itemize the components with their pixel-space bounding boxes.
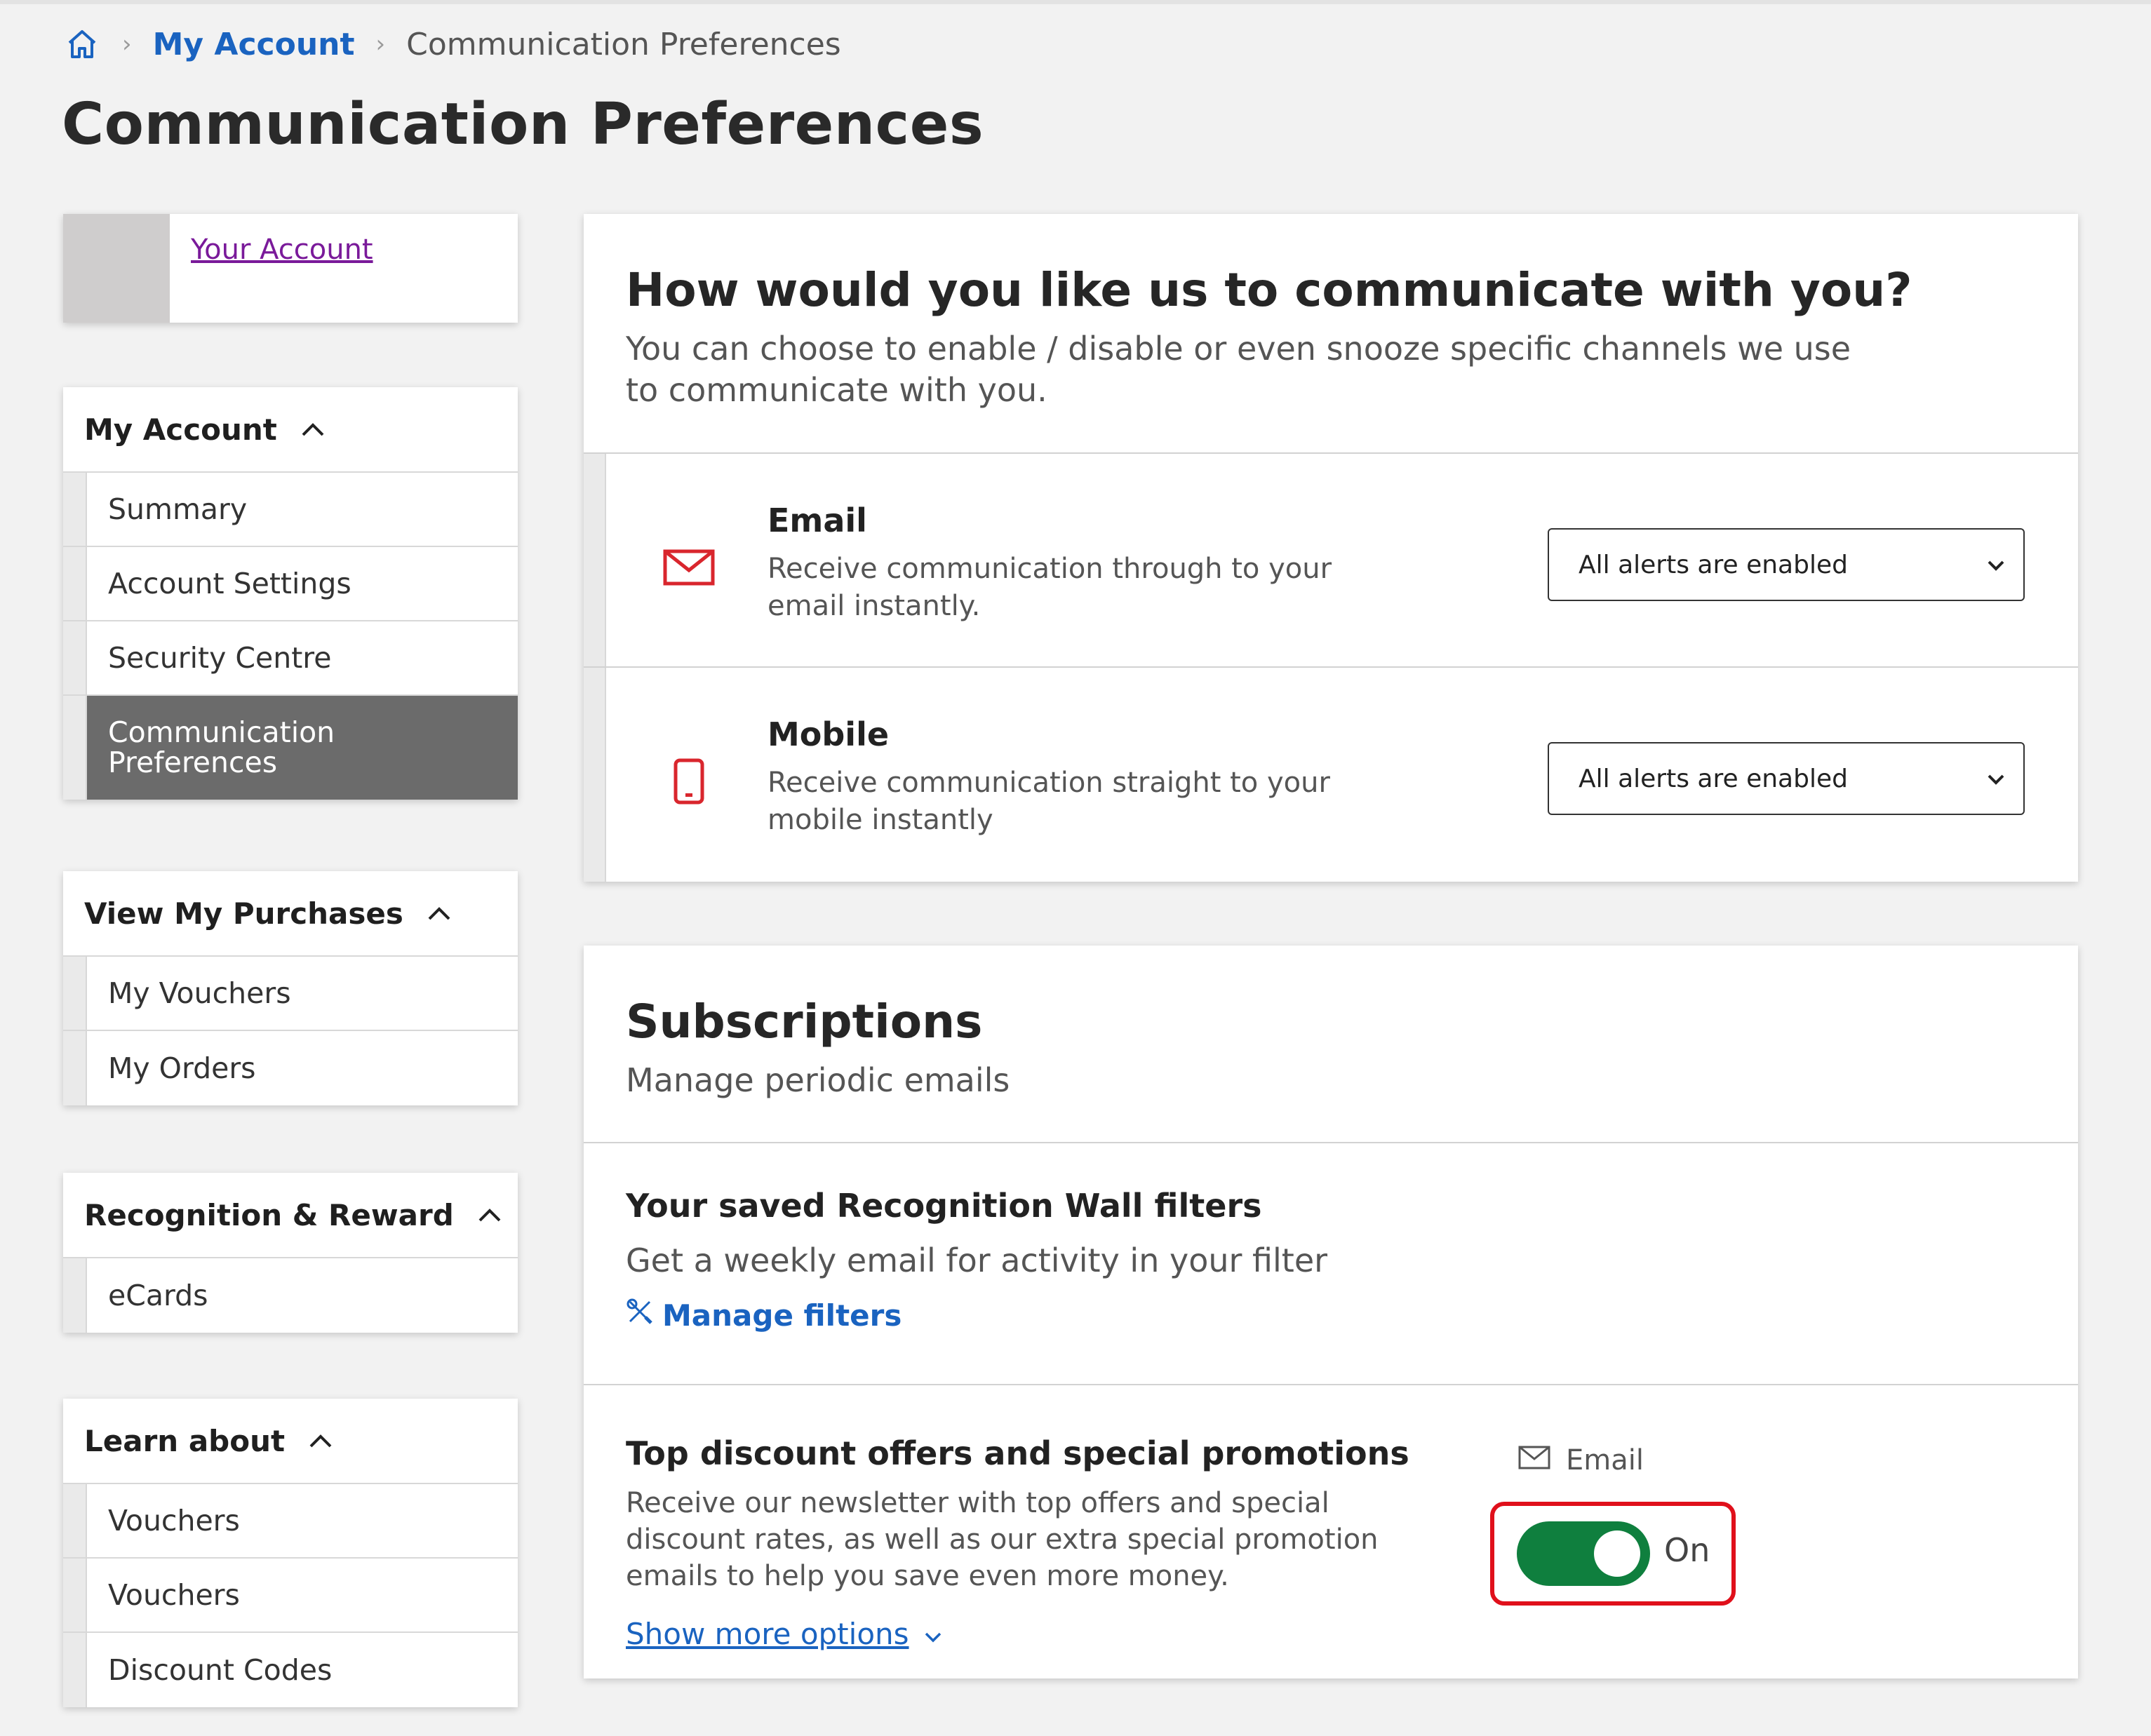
channel-label-text: Email xyxy=(1566,1444,1644,1476)
home-icon[interactable] xyxy=(63,25,101,63)
mobile-channel-row: Mobile Receive communication straight to… xyxy=(584,668,2078,882)
nav-heading: Recognition & Reward xyxy=(84,1197,454,1232)
promotions-desc: Receive our newsletter with top offers a… xyxy=(626,1487,1379,1592)
nav-my-account-header[interactable]: My Account xyxy=(63,387,518,473)
promotions-title: Top discount offers and special promotio… xyxy=(626,1434,1409,1472)
email-channel-desc: Receive communication through to your em… xyxy=(768,553,1332,623)
account-card: Your Account xyxy=(63,214,518,323)
breadcrumb-separator: › xyxy=(375,30,386,58)
email-channel-row: Email Receive communication through to y… xyxy=(584,454,2078,668)
chevron-up-icon xyxy=(301,422,325,437)
subscriptions-card: Subscriptions Manage periodic emails You… xyxy=(584,946,2078,1678)
recognition-filters-block: Your saved Recognition Wall filters Get … xyxy=(584,1143,2078,1385)
sidebar-item-account-settings[interactable]: Account Settings xyxy=(63,547,518,621)
nav-learn-about: Learn about Vouchers Vouchers Discount C… xyxy=(63,1399,518,1707)
nav-heading: My Account xyxy=(84,412,277,447)
your-account-link[interactable]: Your Account xyxy=(191,234,373,266)
breadcrumb: › My Account › Communication Preferences xyxy=(63,20,841,69)
top-divider xyxy=(0,0,2151,4)
page-title: Communication Preferences xyxy=(62,91,984,158)
promotions-block: Top discount offers and special promotio… xyxy=(584,1385,2078,1678)
sidebar-item-ecards[interactable]: eCards xyxy=(63,1258,518,1333)
manage-filters-label: Manage filters xyxy=(662,1298,902,1333)
select-value: All alerts are enabled xyxy=(1579,550,1848,579)
nav-my-account: My Account Summary Account Settings Secu… xyxy=(63,387,518,800)
recognition-filters-desc: Get a weekly email for activity in your … xyxy=(626,1242,1328,1279)
nav-recognition: Recognition & Reward eCards xyxy=(63,1173,518,1333)
mobile-alerts-select[interactable]: All alerts are enabled xyxy=(1548,742,2025,815)
sidebar-item-vouchers[interactable]: Vouchers xyxy=(63,1484,518,1559)
email-channel-title: Email xyxy=(768,502,867,539)
subscriptions-subtitle: Manage periodic emails xyxy=(626,1061,1010,1099)
channels-header: How would you like us to communicate wit… xyxy=(584,214,2078,454)
mobile-channel-desc: Receive communication straight to your m… xyxy=(768,767,1330,837)
mobile-phone-icon xyxy=(662,758,716,805)
avatar xyxy=(63,214,170,323)
chevron-down-icon xyxy=(1985,553,2006,582)
sidebar-item-my-orders[interactable]: My Orders xyxy=(63,1031,518,1105)
subscriptions-header: Subscriptions Manage periodic emails xyxy=(584,946,2078,1143)
nav-purchases: View My Purchases My Vouchers My Orders xyxy=(63,871,518,1105)
toggle-knob xyxy=(1594,1530,1640,1577)
chevron-up-icon xyxy=(478,1207,502,1223)
nav-learn-about-header[interactable]: Learn about xyxy=(63,1399,518,1484)
chevron-down-icon xyxy=(923,1617,943,1651)
mail-icon xyxy=(1518,1444,1550,1476)
breadcrumb-current: Communication Preferences xyxy=(406,26,841,62)
recognition-filters-title: Your saved Recognition Wall filters xyxy=(626,1187,1262,1225)
tools-icon xyxy=(626,1298,654,1333)
channels-card: How would you like us to communicate wit… xyxy=(584,214,2078,882)
chevron-down-icon xyxy=(1985,767,2006,796)
breadcrumb-my-account[interactable]: My Account xyxy=(153,27,355,62)
breadcrumb-separator: › xyxy=(122,30,132,58)
mail-icon xyxy=(662,545,716,590)
subscriptions-title: Subscriptions xyxy=(626,995,983,1049)
toggle-state-label: On xyxy=(1664,1531,1710,1569)
sidebar-item-vouchers-2[interactable]: Vouchers xyxy=(63,1559,518,1633)
email-alerts-select[interactable]: All alerts are enabled xyxy=(1548,528,2025,601)
show-more-options-link[interactable]: Show more options xyxy=(626,1617,943,1651)
nav-purchases-header[interactable]: View My Purchases xyxy=(63,871,518,957)
channels-subtitle: You can choose to enable / disable or ev… xyxy=(626,330,1851,409)
select-value: All alerts are enabled xyxy=(1579,764,1848,793)
promotions-channel: Email xyxy=(1518,1444,1644,1476)
chevron-up-icon xyxy=(427,906,451,921)
sidebar-item-discount-codes[interactable]: Discount Codes xyxy=(63,1633,518,1707)
show-more-label: Show more options xyxy=(626,1617,909,1651)
sidebar-item-security-centre[interactable]: Security Centre xyxy=(63,621,518,696)
manage-filters-link[interactable]: Manage filters xyxy=(626,1298,902,1333)
sidebar-item-my-vouchers[interactable]: My Vouchers xyxy=(63,957,518,1031)
page: › My Account › Communication Preferences… xyxy=(0,0,2151,1736)
channels-title: How would you like us to communicate wit… xyxy=(626,263,1912,317)
nav-recognition-header[interactable]: Recognition & Reward xyxy=(63,1173,518,1258)
mobile-channel-title: Mobile xyxy=(768,715,890,753)
promotions-email-toggle[interactable] xyxy=(1517,1521,1650,1586)
sidebar-item-summary[interactable]: Summary xyxy=(63,473,518,547)
sidebar-item-communication-preferences[interactable]: Communication Preferences xyxy=(63,696,518,800)
sidebar-item-label: Communication Preferences xyxy=(108,715,335,779)
nav-heading: Learn about xyxy=(84,1423,286,1458)
nav-heading: View My Purchases xyxy=(84,896,403,931)
chevron-up-icon xyxy=(309,1433,333,1448)
